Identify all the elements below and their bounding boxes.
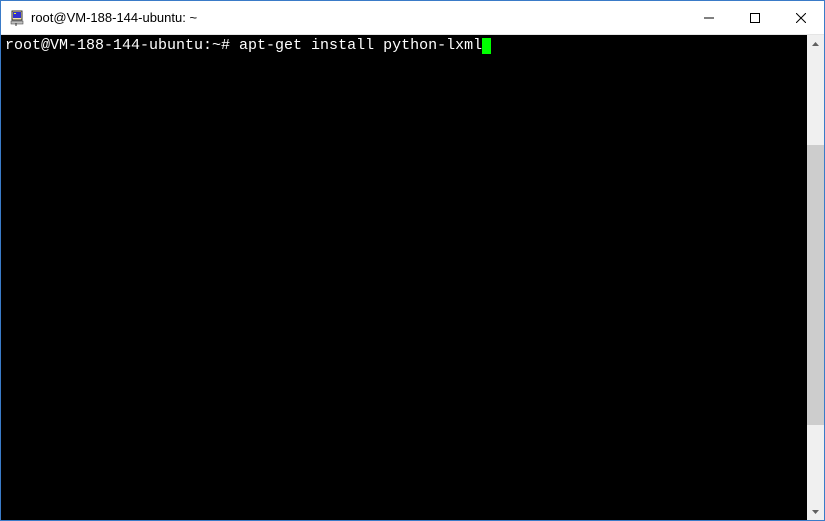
scroll-up-button[interactable] xyxy=(807,35,824,52)
putty-icon xyxy=(9,10,25,26)
terminal-body: root@VM-188-144-ubuntu:~# apt-get instal… xyxy=(1,35,824,520)
text-cursor xyxy=(482,38,491,54)
window-controls xyxy=(686,1,824,34)
title-bar[interactable]: root@VM-188-144-ubuntu: ~ xyxy=(1,1,824,35)
command-input: apt-get install python-lxml xyxy=(239,37,482,54)
close-button[interactable] xyxy=(778,1,824,34)
terminal-output[interactable]: root@VM-188-144-ubuntu:~# apt-get instal… xyxy=(1,35,807,520)
minimize-icon xyxy=(704,13,714,23)
maximize-button[interactable] xyxy=(732,1,778,34)
chevron-down-icon xyxy=(812,510,819,514)
vertical-scrollbar[interactable] xyxy=(807,35,824,520)
scroll-down-button[interactable] xyxy=(807,503,824,520)
shell-prompt: root@VM-188-144-ubuntu:~# xyxy=(5,37,239,54)
minimize-button[interactable] xyxy=(686,1,732,34)
scrollbar-thumb[interactable] xyxy=(807,145,824,425)
terminal-window: root@VM-188-144-ubuntu: ~ root@VM-188-14 xyxy=(0,0,825,521)
maximize-icon xyxy=(750,13,760,23)
window-title: root@VM-188-144-ubuntu: ~ xyxy=(31,10,686,25)
chevron-up-icon xyxy=(812,42,819,46)
close-icon xyxy=(796,13,806,23)
